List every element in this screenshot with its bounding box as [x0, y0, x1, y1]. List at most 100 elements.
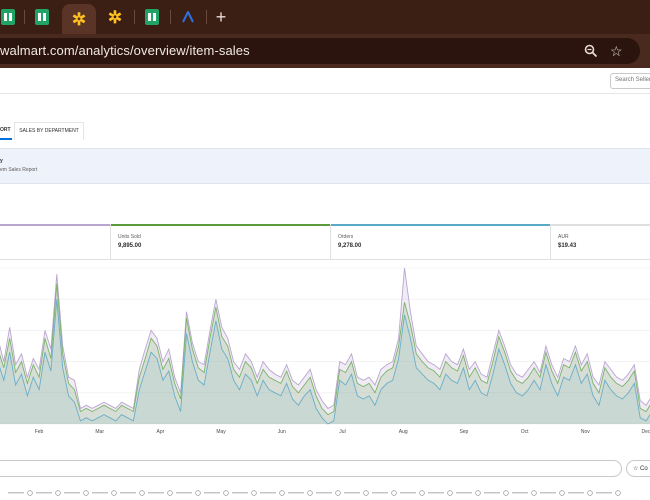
browser-toolbar: walmart.com/analytics/overview/item-sale… — [0, 34, 650, 68]
google-sheets-icon — [35, 9, 49, 25]
tab-divider — [24, 10, 25, 24]
column-toggle-dot[interactable] — [251, 490, 257, 496]
metric-label: AUR — [558, 234, 569, 240]
x-axis-tick-label: Sep — [459, 429, 468, 435]
column-toggle-label-placeholder — [260, 492, 276, 494]
column-toggle-label-placeholder — [428, 492, 444, 494]
metric-accent-bar — [111, 224, 330, 226]
x-axis-tick-label: Jul — [339, 429, 345, 435]
column-toggle-label-placeholder — [372, 492, 388, 494]
column-toggle-label-placeholder — [64, 492, 80, 494]
browser-tab[interactable] — [174, 4, 202, 30]
column-toggle-label-placeholder — [36, 492, 52, 494]
tab-sales-by-department[interactable]: SALES BY DEPARTMENT — [14, 122, 84, 140]
column-toggle-dot[interactable] — [139, 490, 145, 496]
x-axis-tick-label: Dec — [642, 429, 650, 435]
x-axis-tick-label: May — [216, 429, 226, 435]
filter-input[interactable] — [0, 460, 622, 477]
column-toggle-dot[interactable] — [587, 490, 593, 496]
column-toggle-dot[interactable] — [307, 490, 313, 496]
column-toggle-label-placeholder — [176, 492, 192, 494]
tab-divider — [206, 10, 207, 24]
url-text[interactable]: walmart.com/analytics/overview/item-sale… — [0, 43, 250, 58]
column-toggle-dot[interactable] — [615, 490, 621, 496]
column-toggle-dot[interactable] — [447, 490, 453, 496]
browser-tab-bar: ✲ ✲ + — [0, 0, 650, 34]
x-axis-tick-label: Apr — [157, 429, 165, 435]
metric-card-units-sold[interactable]: Units Sold 9,895.00 — [111, 224, 331, 260]
metrics-row: Units Sold 9,895.00 Orders 9,278.00 AUR … — [0, 224, 650, 260]
column-toggle-dot[interactable] — [335, 490, 341, 496]
column-toggle-dot[interactable] — [419, 490, 425, 496]
metric-value: 9,895.00 — [118, 243, 142, 249]
plus-icon: + — [215, 7, 227, 27]
search-seller-input[interactable]: Search Seller — [610, 73, 650, 89]
x-axis-tick-label: Aug — [399, 429, 408, 435]
walmart-spark-icon: ✲ — [71, 9, 87, 29]
app-a-icon — [182, 11, 194, 23]
star-icon: ☆ — [633, 466, 641, 472]
browser-tab[interactable] — [138, 4, 166, 30]
column-toggle-dot[interactable] — [531, 490, 537, 496]
x-axis-tick-label: Nov — [581, 429, 590, 435]
column-toggle-dot[interactable] — [83, 490, 89, 496]
walmart-spark-icon: ✲ — [107, 7, 123, 27]
column-toggle-dot[interactable] — [111, 490, 117, 496]
browser-tab[interactable]: ✲ — [100, 4, 130, 30]
column-toggle-dot[interactable] — [391, 490, 397, 496]
column-toggle-label-placeholder — [232, 492, 248, 494]
column-toggle-dot[interactable] — [363, 490, 369, 496]
page-content: Search Seller ORT SALES BY DEPARTMENT y … — [0, 68, 650, 500]
x-axis-tick-label: Oct — [521, 429, 529, 435]
column-toggle-label-placeholder — [120, 492, 136, 494]
column-toggle-label-placeholder — [456, 492, 472, 494]
metric-value: 9,278.00 — [338, 243, 362, 249]
column-toggle-dot[interactable] — [223, 490, 229, 496]
column-toggle-dot[interactable] — [279, 490, 285, 496]
column-toggle-label-placeholder — [512, 492, 528, 494]
column-toggle-dot[interactable] — [559, 490, 565, 496]
column-toggle-label-placeholder — [8, 492, 24, 494]
x-axis-tick-label: Feb — [35, 429, 44, 435]
metric-card-aur[interactable]: AUR $19.43 — [551, 224, 650, 260]
tab-divider — [170, 10, 171, 24]
column-toggle-label-placeholder — [596, 492, 612, 494]
column-toggle-dot[interactable] — [503, 490, 509, 496]
column-toggle-label-placeholder — [288, 492, 304, 494]
column-toggle-dot[interactable] — [55, 490, 61, 496]
metric-label: Orders — [338, 234, 354, 240]
column-toggle-dot[interactable] — [167, 490, 173, 496]
column-toggle-dot[interactable] — [475, 490, 481, 496]
x-axis-tick-label: Mar — [95, 429, 104, 435]
tab-divider — [134, 10, 135, 24]
browser-tab-active[interactable]: ✲ — [62, 4, 96, 34]
column-toggle-label-placeholder — [540, 492, 556, 494]
metric-value: $19.43 — [558, 243, 577, 249]
google-sheets-icon — [1, 9, 15, 25]
x-axis-tick-label: Jun — [278, 429, 286, 435]
column-toggle-strip[interactable] — [0, 486, 650, 500]
column-toggle-label-placeholder — [484, 492, 500, 494]
bookmark-star-icon[interactable]: ☆ — [610, 44, 623, 58]
zoom-icon[interactable] — [584, 44, 598, 58]
column-toggle-dot[interactable] — [195, 490, 201, 496]
metric-label: Units Sold — [118, 234, 141, 240]
customize-label: Co — [640, 466, 648, 472]
customize-button[interactable]: ☆ Co — [626, 460, 650, 477]
metric-card-orders[interactable]: Orders 9,278.00 — [331, 224, 551, 260]
new-tab-button[interactable]: + — [210, 4, 232, 30]
sales-trend-chart[interactable]: Feb Mar Apr May Jun Jul Aug Sep Oct Nov Dec — [0, 266, 650, 436]
browser-tab[interactable] — [0, 4, 20, 30]
column-toggle-label-placeholder — [204, 492, 220, 494]
column-toggle-label-placeholder — [568, 492, 584, 494]
metric-accent-bar — [551, 224, 650, 226]
column-toggle-dot[interactable] — [27, 490, 33, 496]
column-toggle-label-placeholder — [148, 492, 164, 494]
metric-accent-bar — [331, 224, 550, 226]
address-bar[interactable]: walmart.com/analytics/overview/item-sale… — [0, 38, 640, 64]
browser-tab[interactable] — [28, 4, 56, 30]
tab-item-sales-report[interactable]: ORT — [0, 122, 12, 140]
report-title: y — [0, 158, 3, 164]
top-header: Search Seller — [0, 68, 650, 94]
metric-card-sales[interactable] — [0, 224, 111, 260]
